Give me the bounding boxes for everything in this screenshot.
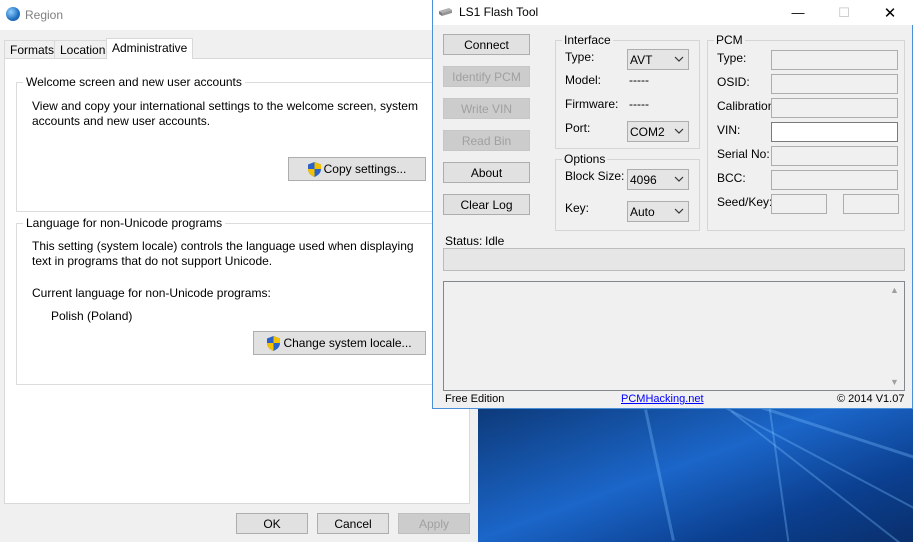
region-title: Region (25, 8, 64, 22)
welcome-description-line2: accounts and new user accounts. (32, 114, 211, 128)
interface-group: Interface Type: AVT Model: ----- Firmwar… (555, 33, 700, 149)
model-label: Model: (565, 73, 602, 87)
port-select[interactable]: COM2 (627, 121, 689, 142)
minimize-button[interactable]: — (775, 0, 821, 25)
apply-button[interactable]: Apply (398, 513, 470, 534)
administrative-panel: Welcome screen and new user accounts Vie… (4, 58, 470, 504)
tab-location[interactable]: Location (54, 40, 112, 58)
serial-label: Serial No: (717, 147, 770, 161)
status-label: Status: (445, 234, 483, 248)
bcc-label: BCC: (717, 171, 746, 185)
language-group-title: Language for non-Unicode programs (23, 216, 226, 230)
osid-field[interactable] (771, 74, 898, 94)
ls1-titlebar[interactable]: LS1 Flash Tool — ☐ ✕ (433, 0, 913, 25)
key-select[interactable]: Auto (627, 201, 689, 222)
options-group: Options Block Size: 4096 Key: Auto (555, 152, 700, 231)
cancel-button[interactable]: Cancel (317, 513, 389, 534)
uac-shield-icon (267, 335, 281, 351)
key-label: Key: (565, 201, 590, 215)
edition-label: Free Edition (445, 393, 505, 405)
copyright-label: © 2014 V1.07 (837, 393, 905, 405)
interface-legend: Interface (562, 33, 613, 47)
language-group: Language for non-Unicode programs This s… (16, 216, 460, 385)
current-language-label: Current language for non-Unicode program… (32, 286, 271, 300)
port-value: COM2 (630, 125, 665, 139)
copy-settings-button[interactable]: Copy settings... (288, 157, 426, 181)
pcm-type-field[interactable] (771, 50, 898, 70)
copy-settings-label: Copy settings... (323, 162, 407, 176)
language-description-line1: This setting (system locale) controls th… (32, 239, 414, 253)
pcmhacking-link[interactable]: PCMHacking.net (621, 393, 704, 405)
change-system-locale-label: Change system locale... (283, 336, 412, 350)
serial-field[interactable] (771, 146, 898, 166)
write-vin-button[interactable]: Write VIN (443, 98, 530, 119)
identify-pcm-button[interactable]: Identify PCM (443, 66, 530, 87)
bcc-field[interactable] (771, 170, 898, 190)
globe-icon (6, 7, 20, 21)
flash-chip-icon (439, 8, 452, 16)
seed-field[interactable] (771, 194, 827, 214)
options-legend: Options (562, 152, 608, 166)
read-bin-button[interactable]: Read Bin (443, 130, 530, 151)
welcome-group-title: Welcome screen and new user accounts (23, 75, 245, 89)
welcome-description-line1: View and copy your international setting… (32, 99, 418, 113)
log-textarea[interactable]: ▲ ▼ (443, 281, 905, 391)
ok-button[interactable]: OK (236, 513, 308, 534)
log-scrollbar[interactable]: ▲ ▼ (887, 282, 904, 390)
firmware-label: Firmware: (565, 97, 619, 111)
status-value: Idle (485, 234, 505, 248)
pcm-group: PCM Type: OSID: Calibration: VIN: Serial… (707, 33, 905, 231)
chevron-down-icon (674, 208, 684, 214)
vin-label: VIN: (717, 123, 741, 137)
chevron-down-icon (674, 176, 684, 182)
key-field[interactable] (843, 194, 899, 214)
scroll-up-icon[interactable]: ▲ (890, 285, 899, 295)
uac-shield-icon (307, 161, 321, 177)
key-value: Auto (630, 205, 655, 219)
pcm-type-label: Type: (717, 51, 747, 65)
region-titlebar[interactable]: Region (0, 0, 478, 30)
maximize-button[interactable]: ☐ (821, 0, 867, 25)
change-system-locale-button[interactable]: Change system locale... (253, 331, 426, 355)
progress-bar (443, 248, 905, 271)
interface-type-select[interactable]: AVT (627, 49, 689, 70)
calibration-field[interactable] (771, 98, 898, 118)
calibration-label: Calibration: (717, 99, 778, 113)
chevron-down-icon (674, 56, 684, 62)
ls1-title: LS1 Flash Tool (459, 5, 539, 19)
language-description-line2: text in programs that do not support Uni… (32, 254, 273, 268)
chevron-down-icon (674, 128, 684, 134)
port-label: Port: (565, 121, 591, 135)
interface-type-label: Type: (565, 50, 595, 64)
about-button[interactable]: About (443, 162, 530, 183)
vin-field[interactable] (771, 122, 898, 142)
firmware-value: ----- (629, 97, 649, 111)
ls1-flash-tool-window: LS1 Flash Tool — ☐ ✕ Connect Identify PC… (432, 0, 913, 409)
clear-log-button[interactable]: Clear Log (443, 194, 530, 215)
seed-key-label: Seed/Key: (717, 195, 773, 209)
tab-formats[interactable]: Formats (4, 40, 61, 58)
scroll-down-icon[interactable]: ▼ (890, 377, 899, 387)
close-button[interactable]: ✕ (867, 0, 913, 25)
interface-type-value: AVT (630, 53, 653, 67)
tab-administrative[interactable]: Administrative (106, 38, 194, 59)
osid-label: OSID: (717, 75, 750, 89)
current-language-value: Polish (Poland) (51, 309, 133, 323)
block-size-select[interactable]: 4096 (627, 169, 689, 190)
desktop-background (478, 408, 913, 542)
block-size-value: 4096 (630, 173, 657, 187)
region-window: Region Formats Location Administrative W… (0, 0, 478, 542)
model-value: ----- (629, 73, 649, 87)
connect-button[interactable]: Connect (443, 34, 530, 55)
welcome-group: Welcome screen and new user accounts Vie… (16, 75, 460, 212)
block-size-label: Block Size: (565, 169, 625, 183)
pcm-legend: PCM (714, 33, 745, 47)
